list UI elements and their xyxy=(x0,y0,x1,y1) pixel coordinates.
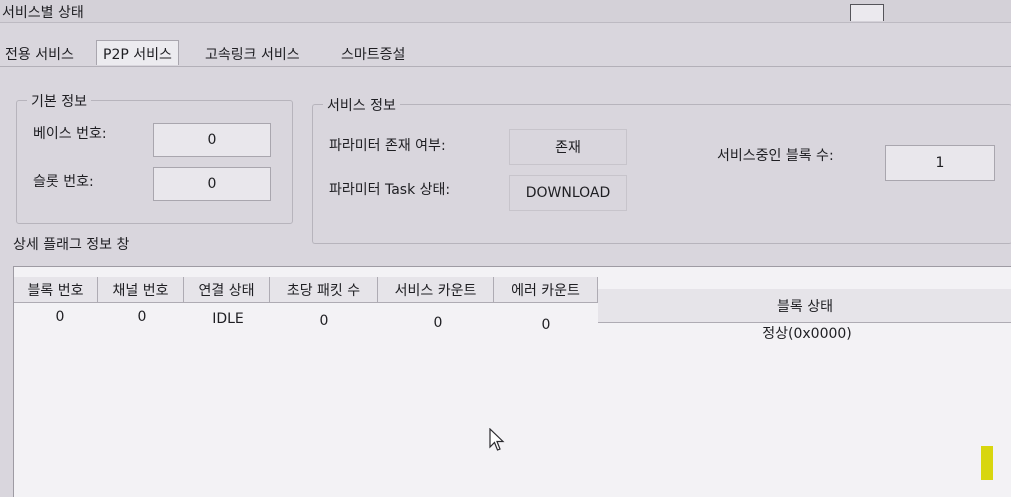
tab-p2p-service[interactable]: P2P 서비스 xyxy=(96,40,179,65)
slot-number-value: 0 xyxy=(153,167,271,201)
param-exist-label: 파라미터 존재 여부: xyxy=(329,138,446,154)
cell-packets-per-second: 0 xyxy=(319,313,329,329)
param-task-value: DOWNLOAD xyxy=(509,175,627,211)
tab-strip: 전용 서비스 P2P 서비스 고속링크 서비스 스마트증설 xyxy=(0,38,1011,67)
tab-dedicated-service[interactable]: 전용 서비스 xyxy=(2,44,77,64)
base-number-value: 0 xyxy=(153,123,271,157)
detail-flag-title: 상세 플래그 정보 창 xyxy=(13,237,130,253)
mouse-pointer-icon xyxy=(489,428,505,451)
param-task-label: 파라미터 Task 상태: xyxy=(329,182,451,198)
column-header-error-count[interactable]: 에러 카운트 xyxy=(494,277,598,303)
column-header-block-status[interactable]: 블록 상태 xyxy=(598,289,1011,323)
column-header-service-count[interactable]: 서비스 카운트 xyxy=(378,277,494,303)
column-header-channel-number[interactable]: 채널 번호 xyxy=(98,277,184,303)
window-control-icon[interactable] xyxy=(850,4,884,21)
cell-channel-number: 0 xyxy=(137,309,147,325)
active-blocks-label: 서비스중인 블록 수: xyxy=(717,148,834,164)
cell-connection-status: IDLE xyxy=(212,311,244,327)
basic-info-group: 기본 정보 베이스 번호: 0 슬롯 번호: 0 xyxy=(16,91,293,224)
yellow-marker xyxy=(981,446,993,480)
detail-flag-table[interactable]: 블록 번호 채널 번호 연결 상태 초당 패킷 수 서비스 카운트 에러 카운트… xyxy=(13,266,1011,497)
base-number-label: 베이스 번호: xyxy=(33,126,107,142)
basic-info-legend: 기본 정보 xyxy=(27,91,91,111)
cell-block-status: 정상(0x0000) xyxy=(762,326,852,342)
column-header-packets-per-second[interactable]: 초당 패킷 수 xyxy=(270,277,378,303)
column-header-connection-status[interactable]: 연결 상태 xyxy=(184,277,270,303)
tab-smart-expansion[interactable]: 스마트증설 xyxy=(338,44,408,64)
active-blocks-value: 1 xyxy=(885,145,995,181)
column-header-block-number[interactable]: 블록 번호 xyxy=(14,277,98,303)
param-exist-value: 존재 xyxy=(509,129,627,165)
slot-number-label: 슬롯 번호: xyxy=(33,174,94,190)
cell-block-number: 0 xyxy=(55,309,65,325)
cell-error-count: 0 xyxy=(541,317,551,333)
cell-service-count: 0 xyxy=(433,315,443,331)
window-title: 서비스별 상태 xyxy=(2,5,84,21)
title-bar: 서비스별 상태 xyxy=(0,0,1011,23)
tab-high-speed-link-service[interactable]: 고속링크 서비스 xyxy=(202,44,303,64)
service-info-legend: 서비스 정보 xyxy=(323,95,400,115)
service-info-group: 서비스 정보 파라미터 존재 여부: 존재 파라미터 Task 상태: DOWN… xyxy=(312,95,1011,244)
